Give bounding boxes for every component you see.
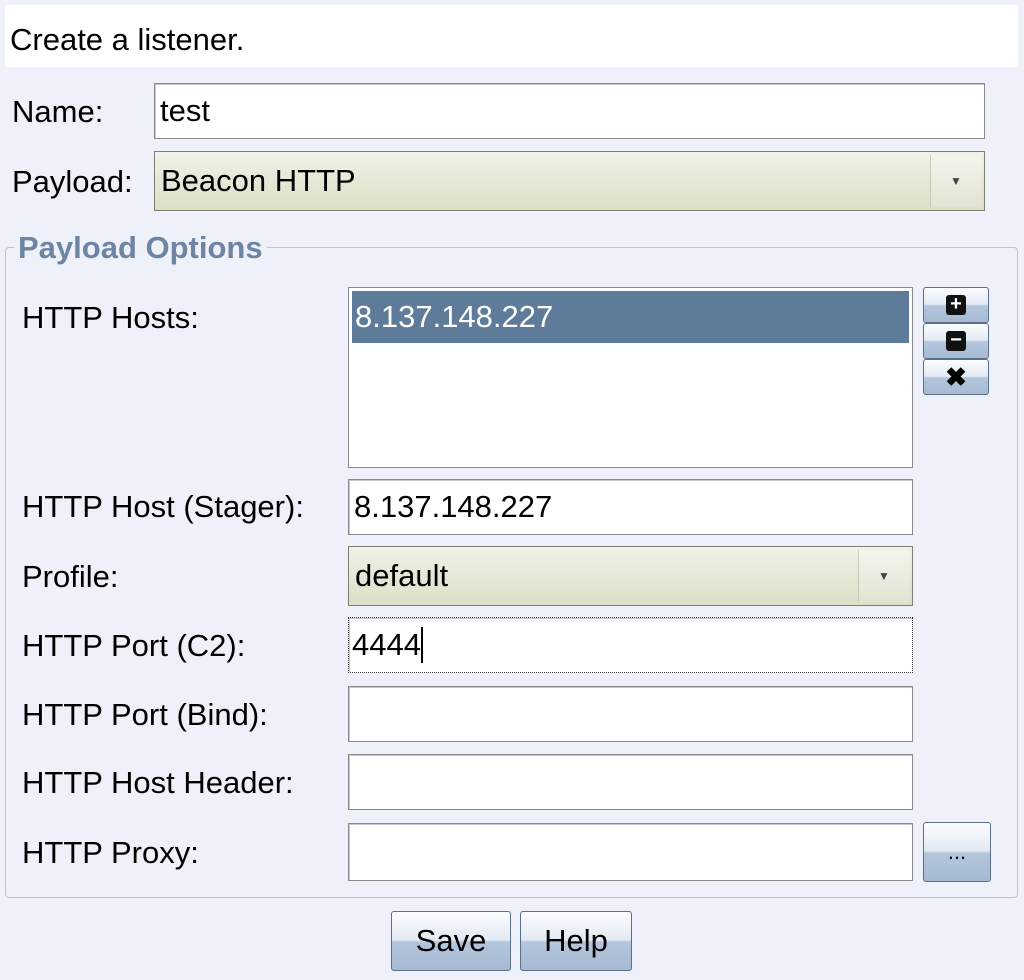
- dialog-description: Create a listener.: [5, 5, 1018, 67]
- stager-label: HTTP Host (Stager):: [22, 489, 304, 524]
- add-host-button[interactable]: +: [923, 287, 989, 323]
- chevron-down-icon[interactable]: ▼: [930, 155, 981, 207]
- payload-select[interactable]: Beacon HTTP ▼: [154, 151, 985, 211]
- stager-input[interactable]: 8.137.148.227: [348, 479, 913, 535]
- close-icon: ✖: [945, 361, 967, 392]
- port-c2-label: HTTP Port (C2):: [22, 628, 246, 663]
- proxy-input[interactable]: [348, 823, 913, 881]
- port-bind-input[interactable]: [348, 686, 913, 742]
- save-button[interactable]: Save: [391, 911, 511, 971]
- minus-icon: −: [946, 330, 966, 351]
- plus-icon: +: [946, 294, 966, 315]
- host-header-input[interactable]: [348, 754, 913, 810]
- description-text: Create a listener.: [10, 22, 245, 57]
- http-hosts-list[interactable]: 8.137.148.227: [348, 287, 913, 468]
- profile-select[interactable]: default ▼: [348, 546, 913, 606]
- port-c2-input[interactable]: 4444: [348, 617, 913, 673]
- proxy-settings-button[interactable]: ...: [923, 822, 991, 882]
- port-bind-label: HTTP Port (Bind):: [22, 697, 268, 732]
- proxy-label: HTTP Proxy:: [22, 835, 199, 870]
- profile-value: default: [355, 558, 449, 593]
- port-c2-value: 4444: [352, 627, 423, 663]
- help-button[interactable]: Help: [520, 911, 632, 971]
- payload-label: Payload:: [12, 164, 133, 199]
- payload-options-legend: Payload Options: [14, 230, 267, 266]
- host-header-label: HTTP Host Header:: [22, 765, 294, 800]
- list-item[interactable]: 8.137.148.227: [352, 291, 909, 343]
- chevron-down-icon[interactable]: ▼: [858, 550, 909, 602]
- remove-host-button[interactable]: −: [923, 323, 989, 359]
- payload-value: Beacon HTTP: [161, 163, 356, 198]
- name-label: Name:: [12, 94, 104, 129]
- clear-hosts-button[interactable]: ✖: [923, 359, 989, 395]
- name-input[interactable]: test: [154, 83, 985, 139]
- http-hosts-label: HTTP Hosts:: [22, 300, 199, 335]
- profile-label: Profile:: [22, 559, 119, 594]
